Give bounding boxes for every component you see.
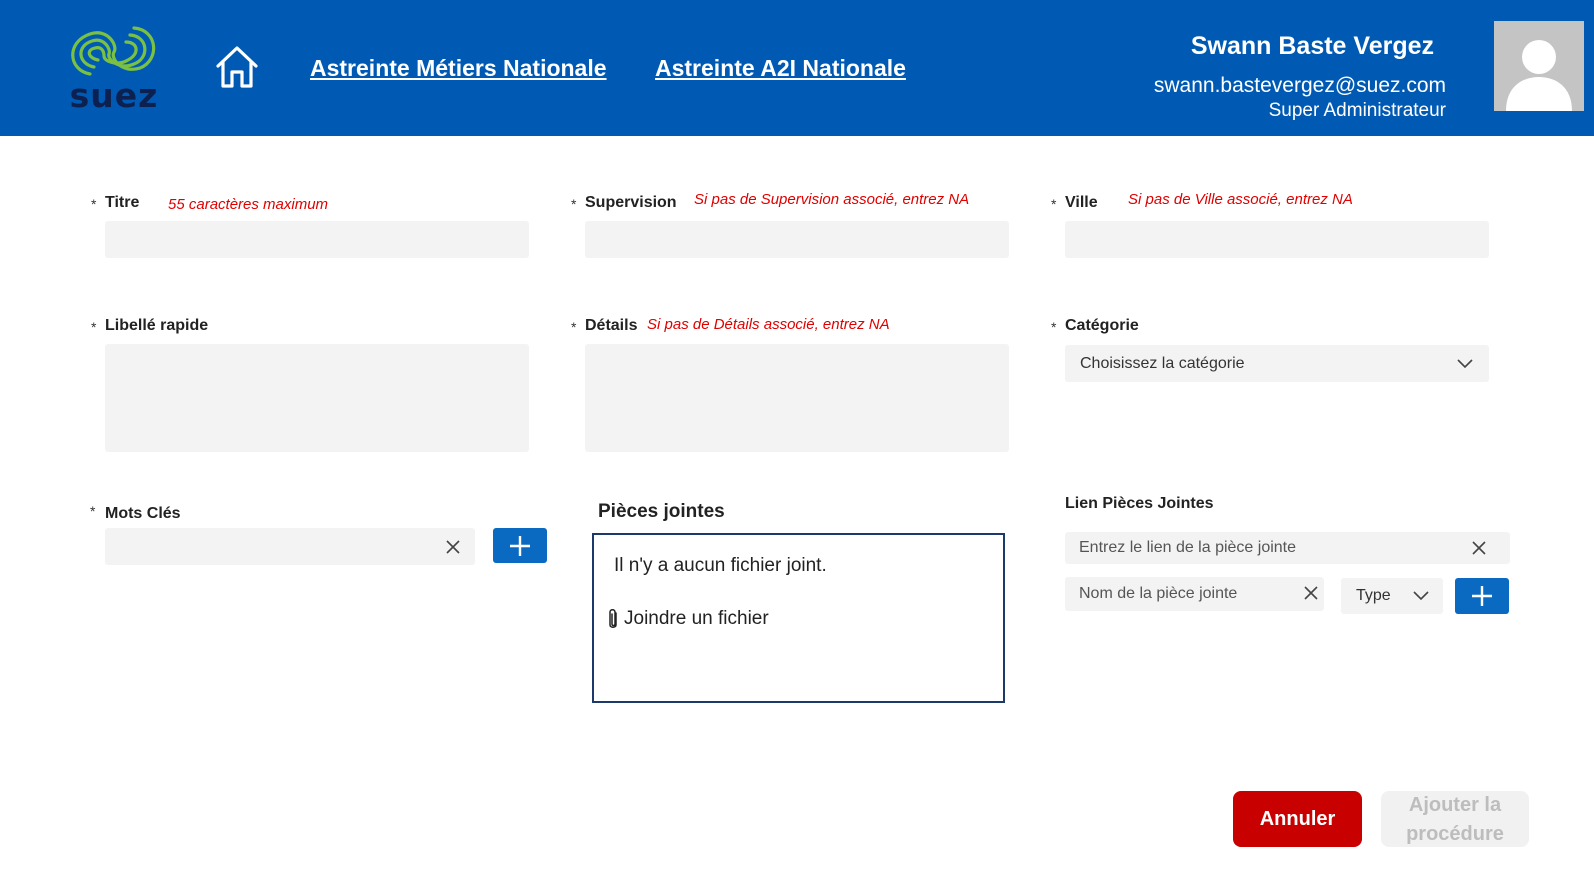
suez-logo-mark-icon xyxy=(71,26,156,76)
required-mark: * xyxy=(1051,319,1057,335)
attachments-empty-text: Il n'y a aucun fichier joint. xyxy=(614,555,827,576)
ville-input[interactable] xyxy=(1065,221,1489,258)
user-name: Swann Baste Vergez xyxy=(1190,32,1434,60)
mots-cles-input[interactable] xyxy=(105,528,475,565)
details-textarea[interactable] xyxy=(585,344,1009,452)
user-email: swann.bastevergez@suez.com xyxy=(1153,74,1446,97)
paperclip-icon xyxy=(609,609,617,628)
home-icon[interactable] xyxy=(214,44,260,90)
app-header: suez Astreinte Métiers Nationale Astrein… xyxy=(0,0,1594,136)
titre-input[interactable] xyxy=(105,221,529,258)
cancel-button[interactable]: Annuler xyxy=(1233,791,1362,847)
supervision-hint: Si pas de Supervision associé, entrez NA xyxy=(694,191,970,208)
pieces-jointes-title: Pièces jointes xyxy=(598,501,725,522)
titre-hint: 55 caractères maximum xyxy=(168,196,329,213)
suez-logo: suez xyxy=(62,22,166,114)
nav-link-astreinte-metiers[interactable]: Astreinte Métiers Nationale xyxy=(310,53,607,83)
attachment-name-input[interactable] xyxy=(1065,577,1324,611)
attachment-url-input[interactable] xyxy=(1065,532,1510,564)
clear-icon[interactable] xyxy=(1471,540,1487,556)
categorie-label: Catégorie xyxy=(1065,317,1139,334)
plus-icon xyxy=(1472,586,1492,606)
required-mark: * xyxy=(91,319,97,335)
avatar[interactable] xyxy=(1494,21,1584,111)
suez-logo-text: suez xyxy=(69,76,159,115)
chevron-down-icon xyxy=(1413,591,1429,601)
required-mark: * xyxy=(90,503,96,519)
details-label: Détails xyxy=(585,317,638,334)
attachments-box: Il n'y a aucun fichier joint. Joindre un… xyxy=(592,533,1005,703)
required-mark: * xyxy=(571,319,577,335)
add-attachment-link-button[interactable] xyxy=(1455,578,1509,614)
add-procedure-label-line2: procédure xyxy=(1406,823,1504,845)
user-role: Super Administrateur xyxy=(1268,100,1446,121)
required-mark: * xyxy=(1051,196,1057,212)
categorie-selected-value: Choisissez la catégorie xyxy=(1080,354,1245,372)
clear-icon[interactable] xyxy=(1303,585,1319,601)
ville-label: Ville xyxy=(1065,194,1098,211)
libelle-textarea[interactable] xyxy=(105,344,529,452)
details-hint: Si pas de Détails associé, entrez NA xyxy=(647,316,890,333)
mots-cles-label: Mots Clés xyxy=(105,505,181,522)
lien-pieces-jointes-label: Lien Pièces Jointes xyxy=(1065,495,1214,512)
attach-file-link[interactable]: Joindre un fichier xyxy=(606,607,769,631)
user-avatar-icon xyxy=(1506,40,1572,111)
required-mark: * xyxy=(91,196,97,212)
libelle-label: Libellé rapide xyxy=(105,317,209,334)
required-mark: * xyxy=(571,196,577,212)
attach-file-label: Joindre un fichier xyxy=(624,608,769,629)
add-procedure-label-line1: Ajouter la xyxy=(1408,794,1502,816)
clear-icon[interactable] xyxy=(445,539,461,555)
titre-label: Titre xyxy=(105,194,140,211)
plus-icon xyxy=(510,535,530,556)
nav-link-astreinte-a2i[interactable]: Astreinte A2I Nationale xyxy=(655,53,906,83)
add-procedure-button[interactable]: Ajouter la procédure xyxy=(1381,791,1529,847)
attachment-type-dropdown[interactable]: Type xyxy=(1341,578,1443,614)
chevron-down-icon xyxy=(1457,358,1473,368)
supervision-label: Supervision xyxy=(585,194,677,211)
categorie-dropdown[interactable]: Choisissez la catégorie xyxy=(1065,345,1489,382)
ville-hint: Si pas de Ville associé, entrez NA xyxy=(1128,191,1353,208)
add-keyword-button[interactable] xyxy=(493,528,547,563)
supervision-input[interactable] xyxy=(585,221,1009,258)
attachment-type-selected: Type xyxy=(1356,587,1391,604)
